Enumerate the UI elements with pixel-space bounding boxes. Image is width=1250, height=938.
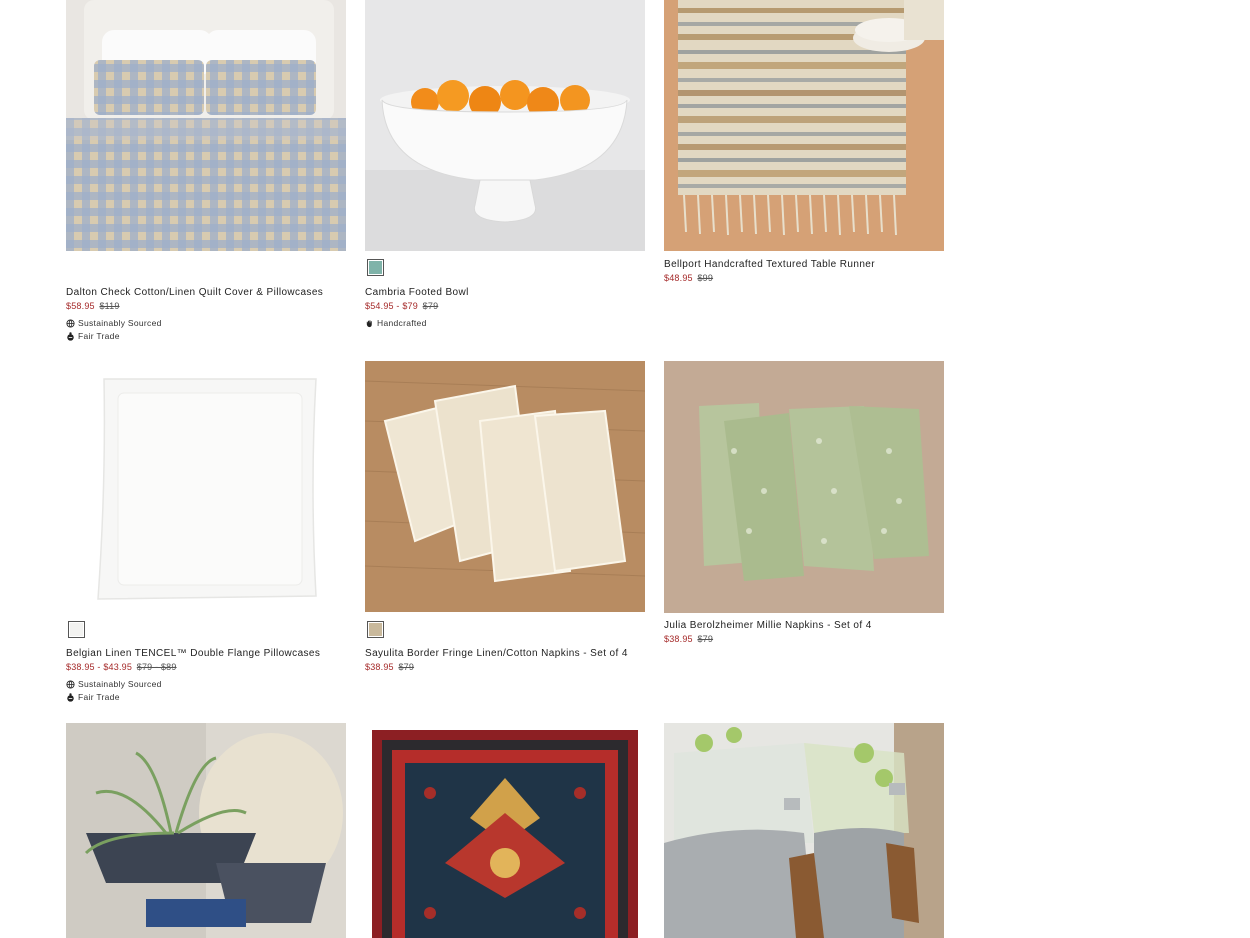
- badge-label: Sustainably Sourced: [78, 318, 162, 328]
- badge-handcrafted: Handcrafted: [365, 318, 427, 328]
- sale-price: $38.95: [664, 634, 693, 644]
- product-price: $38.95 $79: [664, 634, 713, 644]
- product-name[interactable]: Dalton Check Cotton/Linen Quilt Cover & …: [66, 287, 323, 298]
- badge-sustainably-sourced: Sustainably Sourced: [66, 318, 162, 328]
- color-swatch[interactable]: [367, 259, 384, 276]
- original-price: $119: [99, 301, 120, 311]
- product-price: $58.95 $119: [66, 301, 120, 311]
- original-price: $79: [697, 634, 714, 644]
- product-image[interactable]: [365, 723, 645, 938]
- sale-price: $54.95 - $79: [365, 301, 418, 311]
- globe-icon: [66, 318, 75, 328]
- globe-icon: [66, 679, 75, 689]
- badge-label: Sustainably Sourced: [78, 679, 162, 689]
- original-price: $79: [398, 662, 415, 672]
- product-name[interactable]: Cambria Footed Bowl: [365, 287, 469, 298]
- product-price: $38.95 - $43.95 $79 - $89: [66, 662, 177, 672]
- original-price: $79: [422, 301, 439, 311]
- sale-price: $38.95 - $43.95: [66, 662, 133, 672]
- product-name[interactable]: Bellport Handcrafted Textured Table Runn…: [664, 259, 875, 270]
- original-price: $79 - $89: [136, 662, 177, 672]
- badge-sustainably-sourced: Sustainably Sourced: [66, 679, 162, 689]
- hand-icon: [366, 319, 372, 327]
- product-image[interactable]: [664, 0, 944, 251]
- badge-label: Handcrafted: [377, 318, 427, 328]
- product-image[interactable]: [365, 361, 645, 612]
- badge-label: Fair Trade: [78, 331, 120, 341]
- fair-trade-icon: [67, 692, 74, 702]
- color-swatch[interactable]: [367, 621, 384, 638]
- product-price: $38.95 $79: [365, 662, 414, 672]
- fair-trade-icon: [67, 331, 74, 341]
- product-image[interactable]: [664, 723, 944, 938]
- product-image[interactable]: [365, 0, 645, 251]
- product-image[interactable]: [66, 361, 346, 612]
- product-name[interactable]: Belgian Linen TENCEL™ Double Flange Pill…: [66, 648, 320, 659]
- badge-fair-trade: Fair Trade: [66, 331, 120, 341]
- sale-price: $48.95: [664, 273, 693, 283]
- product-price: $54.95 - $79 $79: [365, 301, 438, 311]
- badge-label: Fair Trade: [78, 692, 120, 702]
- product-price: $48.95 $99: [664, 273, 713, 283]
- color-swatch[interactable]: [68, 621, 85, 638]
- sale-price: $38.95: [365, 662, 394, 672]
- badge-fair-trade: Fair Trade: [66, 692, 120, 702]
- product-name[interactable]: Julia Berolzheimer Millie Napkins - Set …: [664, 620, 872, 631]
- product-image[interactable]: [664, 361, 944, 613]
- product-image[interactable]: [66, 0, 346, 251]
- product-name[interactable]: Sayulita Border Fringe Linen/Cotton Napk…: [365, 648, 628, 659]
- product-image[interactable]: [66, 723, 346, 938]
- sale-price: $58.95: [66, 301, 95, 311]
- original-price: $99: [697, 273, 714, 283]
